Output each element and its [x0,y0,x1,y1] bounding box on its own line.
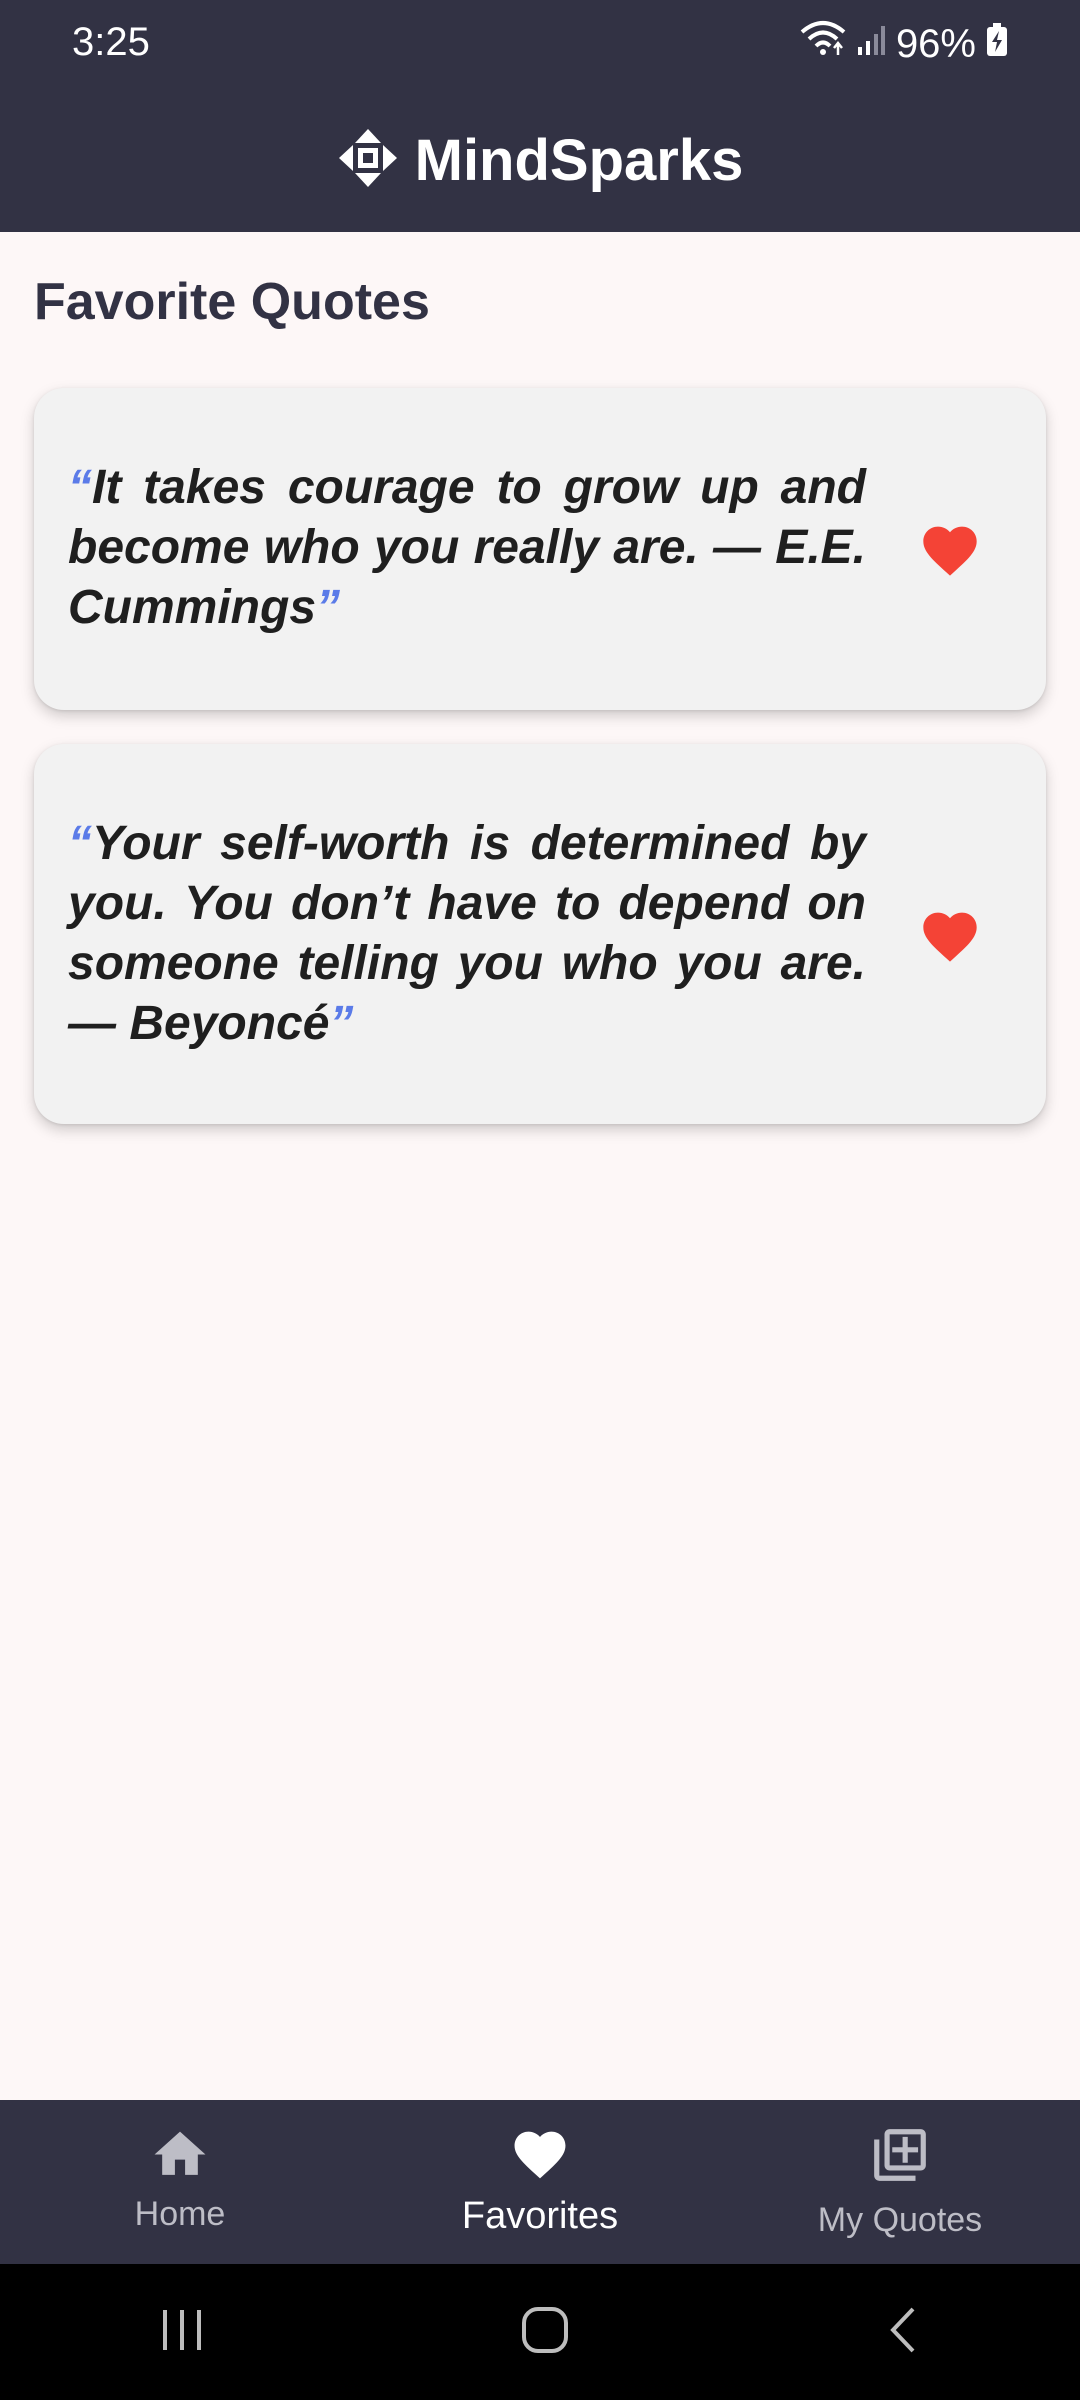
battery-percent: 96% [895,21,976,66]
page-title: Favorite Quotes [34,273,430,331]
wifi-icon [800,20,846,68]
home-button[interactable] [520,2305,570,2360]
status-time: 3:25 [72,20,150,64]
open-quote-mark: “ [68,817,92,870]
quote-text-block: “It takes courage to grow up and become … [68,458,866,638]
heart-icon [918,912,982,968]
quote-card[interactable]: “It takes courage to grow up and become … [34,388,1046,710]
close-quote-mark: ” [329,997,354,1050]
nav-home-label: Home [134,2195,226,2233]
system-navigation-bar [0,2264,1080,2400]
open-quote-mark: “ [68,461,92,514]
library-add-icon [869,2124,931,2191]
app-bar: MindSparks [0,88,1080,232]
nav-my-quotes-label: My Quotes [817,2201,983,2239]
unfavorite-button[interactable] [918,518,982,578]
nav-my-quotes[interactable]: My Quotes [720,2100,1080,2264]
quote-text: It takes courage to grow up and become w… [68,461,866,634]
unfavorite-button[interactable] [918,904,982,964]
nav-favorites-label: Favorites [461,2195,619,2237]
back-button[interactable] [883,2305,923,2360]
heart-icon [918,526,982,582]
close-quote-mark: ” [316,581,341,634]
move-arrows-icon [337,127,399,194]
app-brand: MindSparks [337,127,744,194]
status-bar: 3:25 96% [0,0,1080,88]
heart-icon [509,2124,571,2185]
home-icon [149,2124,211,2185]
quote-text: Your self-worth is determined by you. Yo… [68,817,866,1050]
status-indicators: 96% [800,18,1008,70]
nav-favorites[interactable]: Favorites [360,2100,720,2264]
nav-home[interactable]: Home [0,2100,360,2264]
quote-card[interactable]: “Your self-worth is determined by you. Y… [34,744,1046,1124]
bottom-navigation: Home Favorites My Quotes [0,2100,1080,2264]
quote-text-block: “Your self-worth is determined by you. Y… [68,814,866,1054]
battery-charging-icon [986,22,1008,67]
favorites-screen: Favorite Quotes “It takes courage to gro… [0,232,1080,2100]
recent-apps-button[interactable] [157,2306,207,2359]
signal-icon [856,22,886,67]
app-title: MindSparks [414,127,744,193]
